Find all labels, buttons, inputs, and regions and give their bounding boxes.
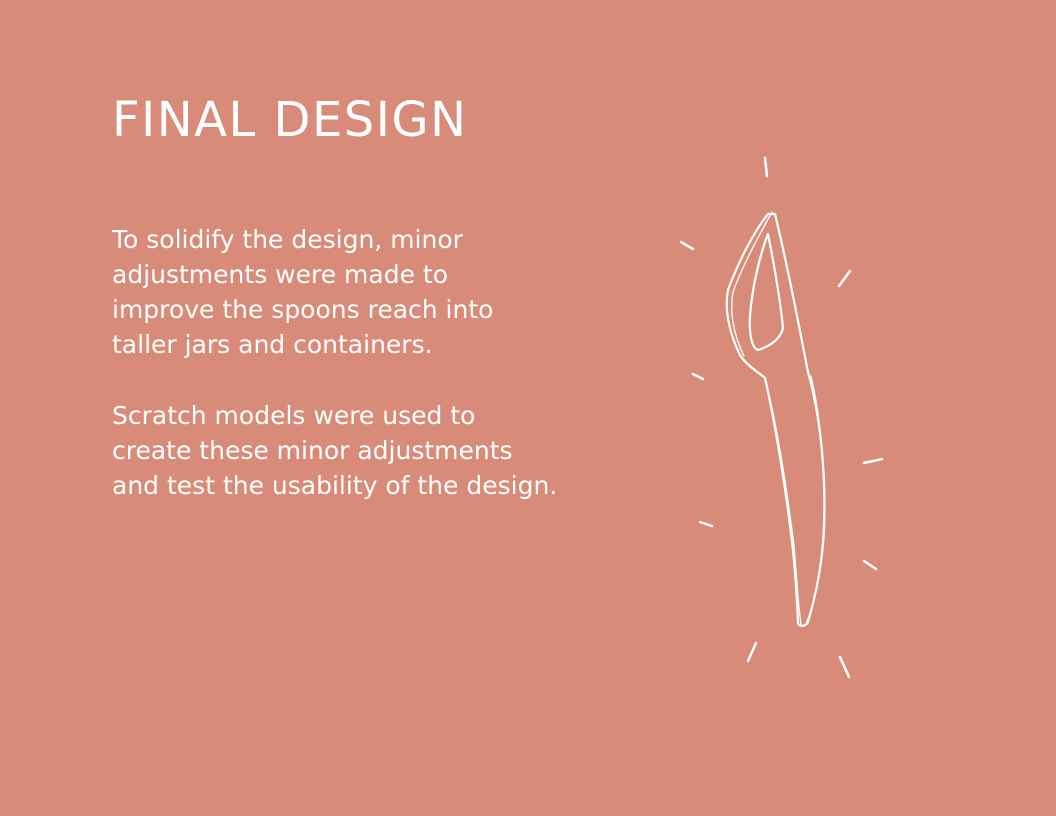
final-design-page: FINAL DESIGN To solidify the design, min… xyxy=(0,0,1056,816)
emphasis-tick xyxy=(691,372,705,381)
page-title: FINAL DESIGN xyxy=(112,92,468,148)
emphasis-tick xyxy=(862,559,878,571)
spoon-handle-edge-line xyxy=(805,375,825,625)
emphasis-tick xyxy=(862,457,884,465)
emphasis-tick xyxy=(763,156,769,178)
emphasis-tick xyxy=(679,240,695,251)
spoon-bowl xyxy=(748,232,785,352)
spoon-sketch-icon xyxy=(679,156,884,679)
emphasis-ticks xyxy=(679,156,884,679)
spoon-body-sketch-line xyxy=(731,211,773,357)
emphasis-tick xyxy=(838,655,851,679)
intro-paragraph: To solidify the design, minor adjustment… xyxy=(112,225,494,359)
emphasis-tick xyxy=(746,641,758,663)
emphasis-tick xyxy=(837,269,852,288)
spoon-outline xyxy=(725,211,826,627)
emphasis-tick xyxy=(698,520,714,528)
method-paragraph: Scratch models were used to create these… xyxy=(112,401,558,500)
